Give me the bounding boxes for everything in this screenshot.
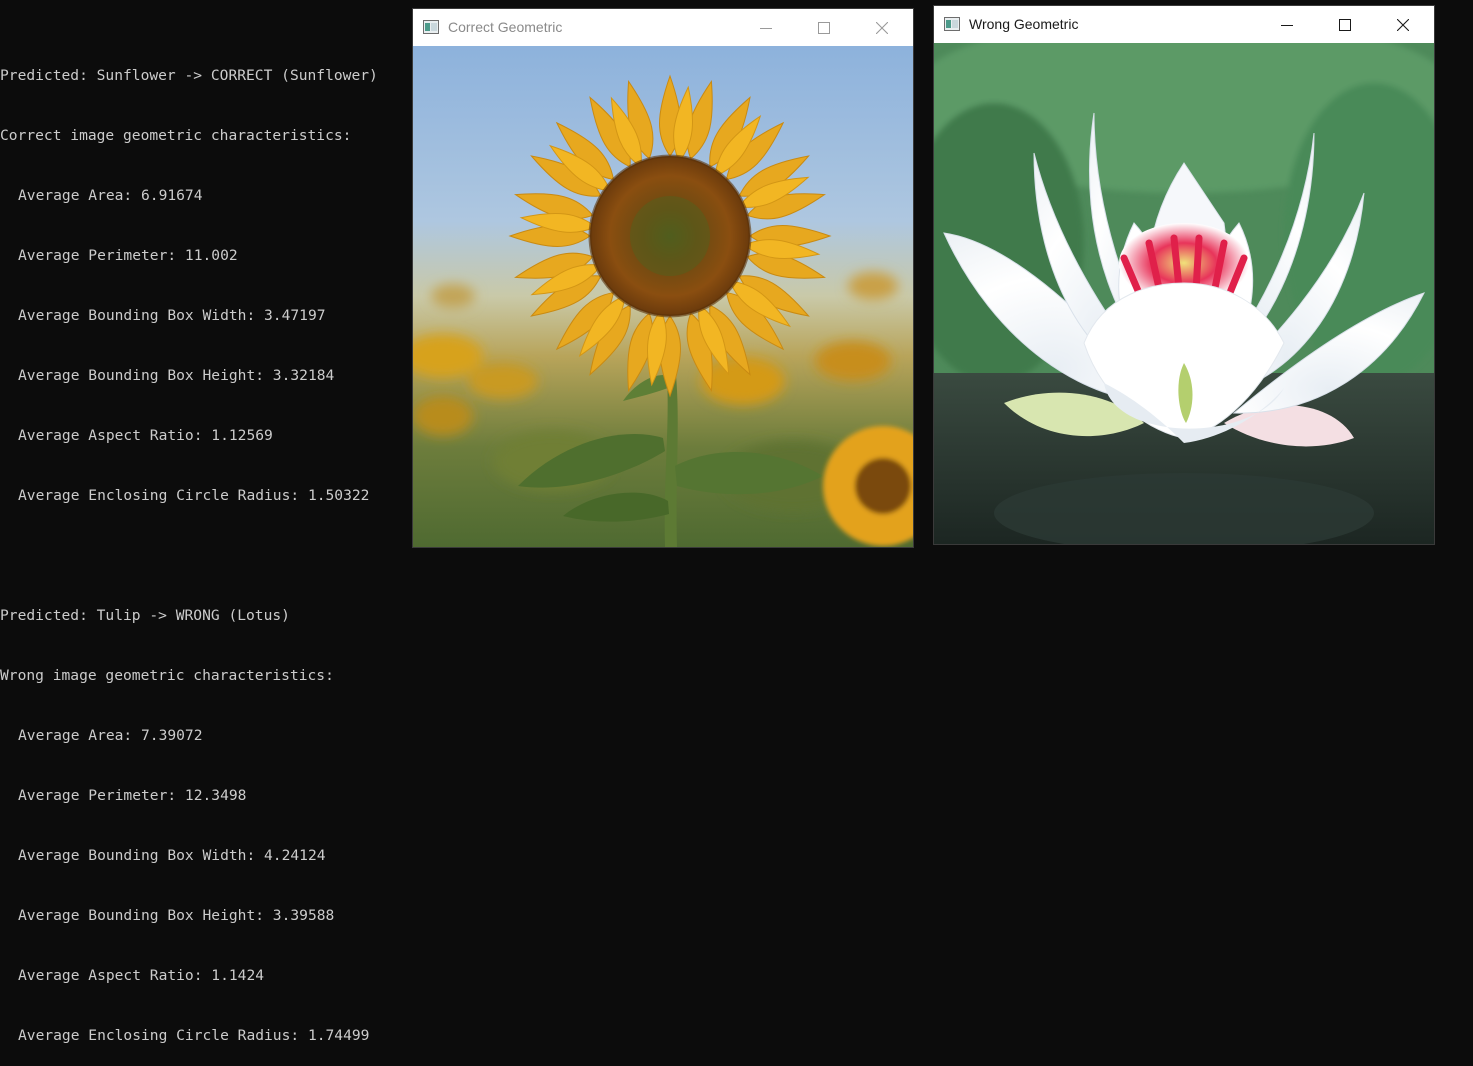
maximize-icon <box>818 21 830 34</box>
console-line: Predicted: Sunflower -> CORRECT (Sunflow… <box>0 67 378 84</box>
title-bar[interactable]: Wrong Geometric <box>934 6 1434 43</box>
console-line: Average Perimeter: 11.002 <box>18 247 238 264</box>
console-output: Predicted: Sunflower -> CORRECT (Sunflow… <box>0 26 410 1066</box>
console-line: Average Bounding Box Width: 3.47197 <box>18 307 326 324</box>
minimize-icon <box>760 27 772 29</box>
lotus-image <box>934 43 1434 544</box>
maximize-button[interactable] <box>795 9 853 46</box>
sunflower-image <box>413 46 913 547</box>
console-line: Correct image geometric characteristics: <box>0 127 352 144</box>
console-line: Average Aspect Ratio: 1.12569 <box>18 427 273 444</box>
console-line: Average Aspect Ratio: 1.1424 <box>18 967 265 984</box>
maximize-button[interactable] <box>1316 6 1374 43</box>
console-line: Predicted: Tulip -> WRONG (Lotus) <box>0 607 290 624</box>
console-line: Average Enclosing Circle Radius: 1.74499 <box>18 1027 370 1044</box>
minimize-icon <box>1281 24 1293 26</box>
console-line: Average Enclosing Circle Radius: 1.50322 <box>18 487 370 504</box>
close-button[interactable] <box>853 9 911 46</box>
close-button[interactable] <box>1374 6 1432 43</box>
window-title: Correct Geometric <box>448 19 563 35</box>
maximize-icon <box>1339 18 1351 31</box>
wrong-geometric-window[interactable]: Wrong Geometric <box>934 6 1434 544</box>
app-icon[interactable] <box>423 20 439 34</box>
console-line: Average Bounding Box Height: 3.39588 <box>18 907 335 924</box>
minimize-button[interactable] <box>1258 6 1316 43</box>
console-line: Average Perimeter: 12.3498 <box>18 787 247 804</box>
console-line: Average Area: 6.91674 <box>18 187 203 204</box>
window-title: Wrong Geometric <box>969 16 1079 32</box>
console-line: Average Area: 7.39072 <box>18 727 203 744</box>
correct-geometric-window[interactable]: Correct Geometric <box>413 9 913 547</box>
close-icon <box>1397 18 1409 31</box>
app-icon[interactable] <box>944 17 960 31</box>
title-bar[interactable]: Correct Geometric <box>413 9 913 46</box>
console-line: Average Bounding Box Height: 3.32184 <box>18 367 335 384</box>
console-line: Wrong image geometric characteristics: <box>0 667 334 684</box>
close-icon <box>876 21 888 34</box>
minimize-button[interactable] <box>737 9 795 46</box>
console-line: Average Bounding Box Width: 4.24124 <box>18 847 326 864</box>
